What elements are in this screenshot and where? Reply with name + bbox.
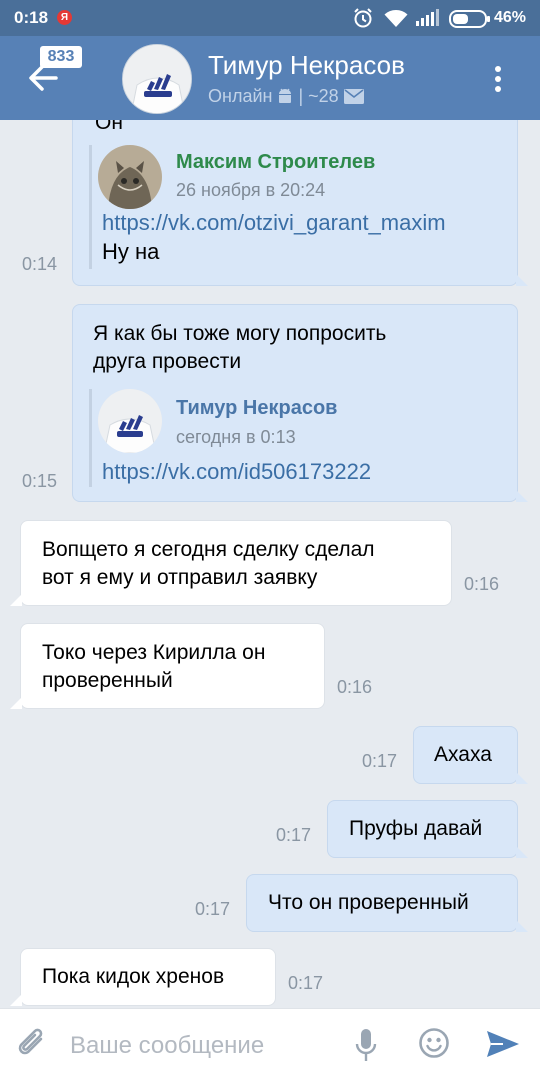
status-bar: 0:18 Я 46% (0, 0, 540, 36)
message-time: 0:17 (288, 973, 324, 993)
contact-status: Онлайн | ~28 (208, 86, 364, 107)
emoji-icon[interactable] (418, 1027, 450, 1059)
message-text: Он (95, 120, 123, 134)
message-text: Пруфы давай (349, 817, 483, 840)
message-text: Вопщето я сегодня сделку сделал (42, 538, 375, 561)
quote-link[interactable]: https://vk.com/id506173222 (102, 457, 371, 487)
android-icon (279, 88, 292, 103)
message-bubble-in[interactable]: Пока кидок хренов (10, 948, 276, 1006)
quote-date: 26 ноября в 20:24 (176, 180, 326, 200)
message-time: 0:17 (362, 751, 398, 771)
quote-author-name[interactable]: Тимур Некрасов (176, 394, 337, 422)
message-bubble-in[interactable]: Токо через Кирилла он проверенный (10, 623, 325, 709)
unread-count-badge: 833 (40, 46, 82, 68)
message-time: 0:16 (464, 574, 500, 594)
message-text: Токо через Кирилла он (42, 641, 266, 664)
message-bubble-out[interactable]: Ахаха (413, 726, 528, 784)
send-icon[interactable] (485, 1029, 521, 1059)
contact-name: Тимур Некрасов (208, 50, 405, 80)
quote-link[interactable]: https://vk.com/otzivi_garant_maxim (102, 208, 446, 238)
adidas-logo-icon (98, 389, 162, 453)
message-bubble-out[interactable]: Пруфы давай (327, 800, 528, 858)
message-text: друга провести (93, 350, 242, 373)
message-text: Что он проверенный (268, 891, 469, 914)
forwarded-message[interactable]: Тимур Некрасов сегодня в 0:13 https://vk… (89, 389, 499, 487)
adidas-logo-icon (123, 45, 191, 113)
battery-percent: 46% (494, 9, 527, 26)
quote-author-name[interactable]: Максим Строителев (176, 148, 375, 176)
message-time: 0:17 (195, 899, 231, 919)
mail-icon (343, 89, 364, 104)
online-status: Онлайн (208, 86, 273, 106)
mic-icon[interactable] (354, 1027, 378, 1065)
message-composer (0, 1008, 540, 1080)
chat-header: 833 Тимур Некрасов Онлайн | ~28 (0, 36, 540, 120)
message-list[interactable]: Он Максим Строителев 26 ноября в 20:24 h… (0, 120, 540, 1008)
status-separator: | (298, 86, 304, 106)
message-text: Пока кидок хренов (42, 965, 225, 988)
message-bubble-in[interactable]: Вопщето я сегодня сделку сделал вот я ем… (10, 520, 452, 606)
contact-avatar[interactable] (122, 44, 192, 114)
last-seen-count: ~28 (308, 86, 339, 106)
message-time: 0:17 (276, 825, 312, 845)
cat-photo-icon (98, 145, 162, 209)
battery-icon (449, 10, 490, 28)
quote-avatar (98, 145, 162, 209)
quote-avatar (98, 389, 162, 453)
forwarded-message[interactable]: Максим Строителев 26 ноября в 20:24 http… (89, 145, 499, 269)
message-time: 0:14 (22, 254, 58, 274)
alarm-icon (354, 8, 372, 28)
message-input[interactable] (70, 1029, 340, 1063)
signal-icon (416, 9, 439, 26)
message-bubble-out[interactable]: Он Максим Строителев 26 ноября в 20:24 h… (72, 120, 528, 286)
message-text: проверенный (42, 669, 173, 692)
message-text: Ахаха (434, 743, 492, 766)
message-text: вот я ему и отправил заявку (42, 566, 318, 589)
quote-date: сегодня в 0:13 (176, 427, 296, 447)
quote-text: Ну на (102, 239, 160, 264)
message-text: Я как бы тоже могу попросить (93, 322, 387, 345)
message-time: 0:15 (22, 471, 58, 491)
message-bubble-out[interactable]: Что он проверенный (246, 874, 528, 932)
menu-icon[interactable] (488, 64, 508, 96)
attach-icon[interactable] (16, 1027, 50, 1063)
status-time: 0:18 (14, 8, 49, 27)
wifi-icon (384, 10, 408, 27)
message-bubble-out[interactable]: Я как бы тоже могу попросить друга прове… (72, 304, 528, 502)
yandex-notification-icon: Я (57, 10, 72, 25)
message-time: 0:16 (337, 677, 373, 697)
